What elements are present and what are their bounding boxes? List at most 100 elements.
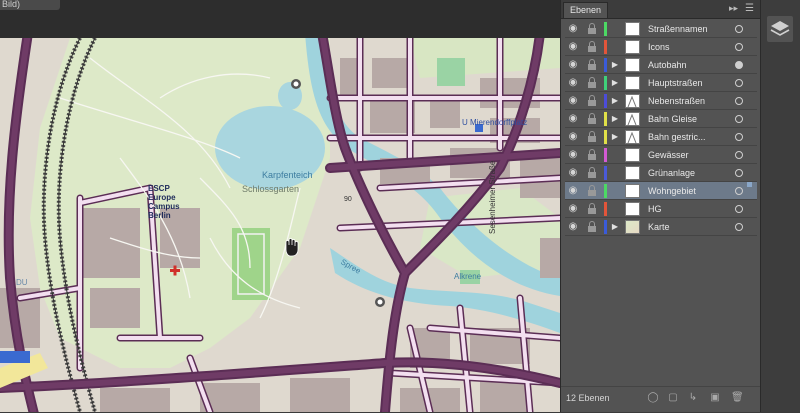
map-canvas[interactable]: Schlossgarten Karpfenteich ESCP Europe C…: [0, 38, 560, 412]
target-circle-icon[interactable]: [735, 25, 743, 33]
layer-name[interactable]: Bahn Gleise: [648, 110, 733, 128]
layers-tab[interactable]: Ebenen: [563, 2, 609, 18]
visibility-eye-icon[interactable]: ◉: [567, 59, 579, 71]
expand-triangle-icon[interactable]: ▶: [609, 131, 621, 143]
layer-color-swatch: [604, 220, 607, 234]
layer-row[interactable]: ◉ Wohngebiet: [565, 182, 757, 200]
layers-icon[interactable]: [767, 16, 793, 42]
lock-icon[interactable]: [587, 167, 597, 179]
layer-name[interactable]: HG: [648, 200, 733, 218]
lock-icon[interactable]: [587, 41, 597, 53]
target-circle-icon[interactable]: [735, 169, 743, 177]
document-tab[interactable]: Bild): [0, 0, 60, 10]
visibility-eye-icon[interactable]: ◉: [567, 131, 579, 143]
layer-row[interactable]: ◉ ▶ Bahn Gleise: [565, 110, 757, 128]
panel-menu-icon[interactable]: ☰: [745, 3, 754, 14]
layer-thumbnail: [625, 184, 640, 198]
expand-triangle-icon[interactable]: ▶: [609, 95, 621, 107]
layer-name[interactable]: Hauptstraßen: [648, 74, 733, 92]
visibility-eye-icon[interactable]: ◉: [567, 113, 579, 125]
transit-label-bg: [0, 351, 30, 363]
lock-icon[interactable]: [587, 149, 597, 161]
layer-color-swatch: [604, 58, 607, 72]
layers-panel: Ebenen ▸▸ ☰ ◉ Straßennamen ◉ Icons ◉ ▶ Autobah…: [560, 0, 761, 413]
lock-icon[interactable]: [587, 23, 597, 35]
visibility-eye-icon[interactable]: ◉: [567, 203, 579, 215]
lock-icon[interactable]: [587, 113, 597, 125]
layer-row[interactable]: ◉ Icons: [565, 38, 757, 56]
target-circle-icon[interactable]: [735, 151, 743, 159]
layer-row[interactable]: ◉ ▶ Hauptstraßen: [565, 74, 757, 92]
target-circle-icon[interactable]: [735, 205, 743, 213]
layer-thumbnail: [625, 58, 640, 72]
panel-footer: 12 Ebenen ◯ ▢ ↳ ▣ 🗑: [561, 386, 761, 413]
layer-thumbnail: [625, 22, 640, 36]
layer-row[interactable]: ◉ Gewässer: [565, 146, 757, 164]
application-bar: Bild): [0, 0, 560, 38]
expand-triangle-icon[interactable]: ▶: [609, 59, 621, 71]
park-name-label: Schlossgarten: [242, 184, 300, 194]
panel-header: Ebenen ▸▸ ☰: [561, 0, 761, 19]
layer-row[interactable]: ◉ ▶ Nebenstraßen: [565, 92, 757, 110]
visibility-eye-icon[interactable]: ◉: [567, 149, 579, 161]
make-clipping-mask-icon[interactable]: ▢: [667, 392, 679, 404]
layer-row[interactable]: ◉ HG: [565, 200, 757, 218]
layer-thumbnail: [625, 76, 640, 90]
panel-dock: [760, 0, 800, 412]
station-name-label: U Mierendorffplatz: [462, 118, 528, 127]
lock-icon[interactable]: [587, 221, 597, 233]
layer-count: 12 Ebenen: [566, 393, 610, 403]
layer-row[interactable]: ◉ Grünanlage: [565, 164, 757, 182]
lock-icon[interactable]: [587, 59, 597, 71]
target-circle-icon[interactable]: [735, 187, 743, 195]
visibility-eye-icon[interactable]: ◉: [567, 77, 579, 89]
target-circle-icon[interactable]: [735, 223, 743, 231]
lock-icon[interactable]: [587, 185, 597, 197]
layer-name[interactable]: Bahn gestric...: [648, 128, 733, 146]
layer-row[interactable]: ◉ ▶ Autobahn: [565, 56, 757, 74]
layer-name[interactable]: Autobahn: [648, 56, 733, 74]
double-chevron-right-icon[interactable]: ▸▸: [729, 3, 738, 14]
new-sublayer-icon[interactable]: ↳: [687, 392, 699, 404]
layer-color-swatch: [604, 130, 607, 144]
lock-icon[interactable]: [587, 131, 597, 143]
lake-name-label: Karpfenteich: [262, 170, 313, 180]
layer-name[interactable]: Grünanlage: [648, 164, 733, 182]
layer-name[interactable]: Wohngebiet: [648, 182, 733, 200]
layer-row[interactable]: ◉ Straßennamen: [565, 20, 757, 38]
visibility-eye-icon[interactable]: ◉: [567, 23, 579, 35]
new-layer-icon[interactable]: ▣: [709, 392, 721, 404]
route-label: DU: [16, 278, 28, 287]
layer-name[interactable]: Nebenstraßen: [648, 92, 733, 110]
target-circle-icon[interactable]: [735, 61, 743, 69]
layer-color-swatch: [604, 148, 607, 162]
delete-layer-icon[interactable]: 🗑: [731, 392, 744, 404]
layer-name[interactable]: Gewässer: [648, 146, 733, 164]
target-circle-icon[interactable]: [735, 133, 743, 141]
layer-name[interactable]: Karte: [648, 218, 733, 236]
expand-triangle-icon[interactable]: ▶: [609, 77, 621, 89]
expand-triangle-icon[interactable]: ▶: [609, 113, 621, 125]
target-circle-icon[interactable]: [735, 79, 743, 87]
lock-icon[interactable]: [587, 203, 597, 215]
target-circle-icon[interactable]: [735, 115, 743, 123]
map-pin-icon: [291, 79, 301, 89]
lock-icon[interactable]: [587, 95, 597, 107]
visibility-eye-icon[interactable]: ◉: [567, 221, 579, 233]
selection-indicator[interactable]: [747, 182, 752, 187]
layer-name[interactable]: Icons: [648, 38, 733, 56]
locate-object-icon[interactable]: ◯: [647, 392, 659, 404]
visibility-eye-icon[interactable]: ◉: [567, 95, 579, 107]
expand-triangle-icon[interactable]: ▶: [609, 221, 621, 233]
layer-name[interactable]: Straßennamen: [648, 20, 733, 38]
layer-row[interactable]: ◉ ▶ Karte: [565, 218, 757, 236]
target-circle-icon[interactable]: [735, 43, 743, 51]
layer-thumbnail: [625, 112, 640, 126]
target-circle-icon[interactable]: [735, 97, 743, 105]
layer-row[interactable]: ◉ ▶ Bahn gestric...: [565, 128, 757, 146]
visibility-eye-icon[interactable]: ◉: [567, 41, 579, 53]
visibility-eye-icon[interactable]: ◉: [567, 185, 579, 197]
layer-color-swatch: [604, 202, 607, 216]
visibility-eye-icon[interactable]: ◉: [567, 167, 579, 179]
lock-icon[interactable]: [587, 77, 597, 89]
